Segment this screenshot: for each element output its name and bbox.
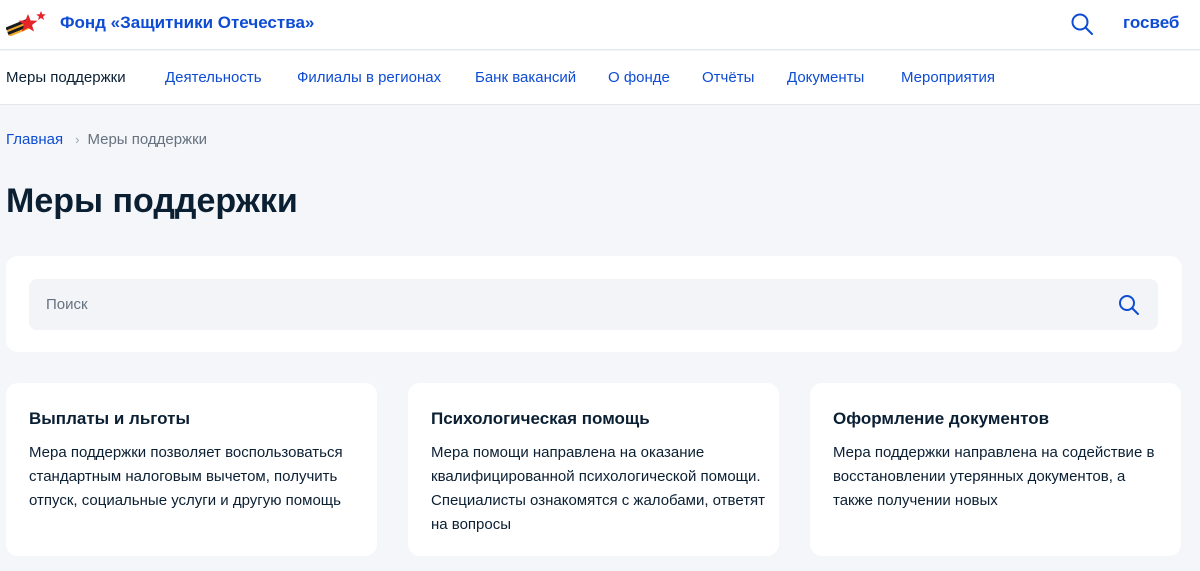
search-icon[interactable] [1117,293,1141,317]
nav-item-regional-branches[interactable]: Филиалы в регионах [297,69,441,86]
breadcrumb-home[interactable]: Главная [6,131,63,148]
main-nav: Меры поддержки Деятельность Филиалы в ре… [0,51,1200,105]
card-description: Мера помощи направлена на оказание квали… [431,444,766,533]
gosweb-link[interactable]: госвеб [1123,13,1179,33]
chevron-right-icon: › [75,132,80,147]
card-description: Мера поддержки направлена на содействие … [833,444,1155,509]
ribbon-star-logo[interactable] [6,10,46,36]
card-title: Выплаты и льготы [29,409,190,428]
nav-item-about[interactable]: О фонде [608,69,670,86]
breadcrumb-current: Меры поддержки [87,131,208,148]
search-placeholder: Поиск [46,296,88,313]
nav-item-support-measures[interactable]: Меры поддержки [6,69,126,86]
card-payments-benefits[interactable]: Выплаты и льготы Мера поддержки позволяе… [6,383,377,556]
search-icon[interactable] [1070,12,1094,36]
page-title: Меры поддержки [6,182,298,220]
brand-name[interactable]: Фонд «Защитники Отечества» [60,13,314,33]
site-header: Фонд «Защитники Отечества» госвеб [0,0,1200,50]
breadcrumb: Главная › Меры поддержки [6,131,207,148]
card-documents[interactable]: Оформление документов Мера поддержки нап… [810,383,1181,556]
search-input[interactable]: Поиск [29,279,1158,330]
nav-item-documents[interactable]: Документы [787,69,864,86]
search-panel: Поиск [6,256,1182,352]
card-description: Мера поддержки позволяет воспользоваться… [29,444,343,509]
card-title: Оформление документов [833,409,1050,428]
nav-item-vacancies[interactable]: Банк вакансий [475,69,576,86]
card-title: Психологическая помощь [431,409,650,428]
nav-item-events[interactable]: Мероприятия [901,69,995,86]
card-psychological-help[interactable]: Психологическая помощь Мера помощи напра… [408,383,779,556]
nav-item-reports[interactable]: Отчёты [702,69,754,86]
nav-item-activity[interactable]: Деятельность [165,69,262,86]
